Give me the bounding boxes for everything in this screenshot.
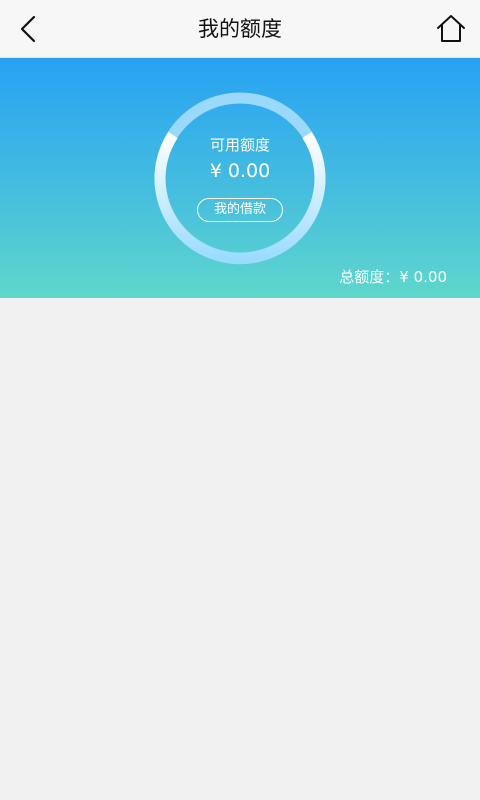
available-credit-label: 可用额度 (209, 136, 270, 154)
top-navigation-bar: 我的额度 (0, 0, 480, 58)
available-credit-amount: ¥ 0.00 (209, 160, 271, 182)
my-loan-button[interactable]: 我的借款 (197, 198, 283, 222)
home-button[interactable] (436, 14, 466, 44)
credit-ring: 可用额度 ¥ 0.00 我的借款 (152, 90, 328, 266)
credit-banner: 可用额度 ¥ 0.00 我的借款 总额度：¥ 0.00 (0, 58, 480, 298)
home-icon (437, 15, 465, 42)
total-credit-text: 总额度：¥ 0.00 (339, 268, 447, 286)
page-title: 我的额度 (198, 17, 282, 41)
